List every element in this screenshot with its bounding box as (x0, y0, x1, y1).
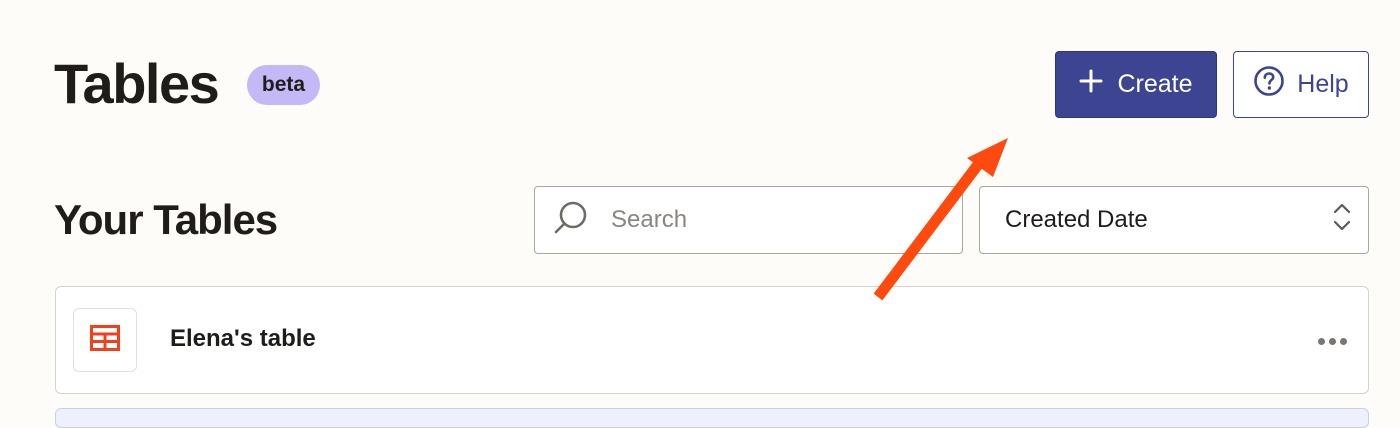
table-name: Elena's table (170, 325, 316, 352)
beta-badge: beta (247, 65, 320, 105)
search-box[interactable] (534, 186, 963, 254)
help-button[interactable]: Help (1233, 51, 1369, 118)
plus-icon (1079, 69, 1103, 100)
more-dots-icon (1317, 337, 1325, 345)
next-table-row-peek (55, 408, 1369, 428)
search-icon (551, 198, 591, 243)
help-circle-icon (1253, 65, 1285, 104)
table-icon-box (73, 308, 137, 372)
sort-select[interactable]: Created Date (979, 186, 1369, 254)
more-options-button[interactable] (1314, 327, 1350, 355)
help-button-label: Help (1297, 70, 1349, 98)
sort-select-value: Created Date (1005, 206, 1148, 233)
chevron-up-down-icon (1332, 202, 1352, 239)
search-input[interactable] (609, 205, 943, 235)
create-button-label: Create (1117, 70, 1193, 98)
page-title: Tables (54, 52, 220, 115)
section-title: Your Tables (54, 196, 278, 243)
table-grid-icon (90, 324, 120, 356)
table-row[interactable]: Elena's table (55, 286, 1369, 394)
create-button[interactable]: Create (1055, 51, 1217, 118)
